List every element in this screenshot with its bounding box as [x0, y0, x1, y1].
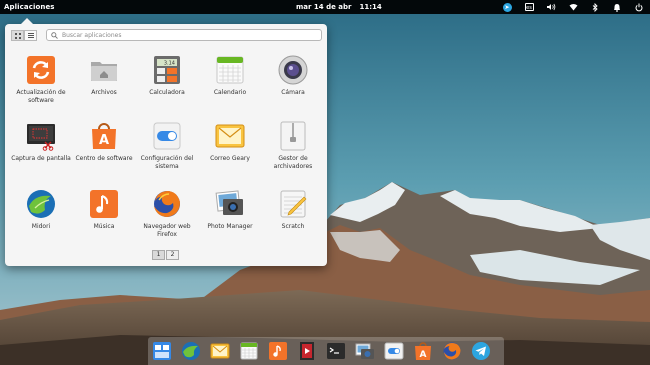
- app-software-center[interactable]: A Centro de software: [74, 120, 134, 182]
- files-icon: [88, 54, 120, 86]
- calendar-icon[interactable]: [239, 341, 259, 361]
- svg-text:A: A: [99, 133, 109, 148]
- app-label: Actualización de software: [16, 89, 66, 104]
- search-input[interactable]: [58, 30, 312, 40]
- app-label: Midori: [31, 223, 51, 230]
- app-camera[interactable]: Cámara: [263, 54, 323, 116]
- time-label: 11:14: [359, 3, 382, 11]
- search-field[interactable]: [46, 29, 322, 41]
- mail-icon[interactable]: [210, 341, 230, 361]
- app-scratch[interactable]: Scratch: [263, 188, 323, 250]
- power-icon[interactable]: [634, 2, 644, 12]
- mail-icon: [214, 120, 246, 152]
- view-switcher: [11, 30, 37, 41]
- app-label: Calculadora: [149, 89, 185, 96]
- app-software-update[interactable]: Actualización de software: [11, 54, 71, 116]
- app-label: Calendario: [213, 89, 247, 96]
- photo-manager-icon: [214, 188, 246, 220]
- scratch-icon: [277, 188, 309, 220]
- firefox-icon: [151, 188, 183, 220]
- calculator-display: 3.14: [164, 61, 175, 67]
- app-photo-manager[interactable]: Photo Manager: [200, 188, 260, 250]
- bluetooth-icon[interactable]: [590, 2, 600, 12]
- app-screenshot[interactable]: Captura de pantalla: [11, 120, 71, 182]
- clock-indicator[interactable]: mar 14 de abr 11:14: [296, 3, 390, 11]
- music-icon: [88, 188, 120, 220]
- notifications-icon[interactable]: [612, 2, 622, 12]
- app-music[interactable]: Música: [74, 188, 134, 250]
- keyboard-icon[interactable]: es: [524, 2, 534, 12]
- app-label: Photo Manager: [207, 223, 253, 230]
- app-archive-manager[interactable]: Gestor de archivadores: [263, 120, 323, 182]
- applications-menu-button[interactable]: Aplicaciones: [4, 3, 55, 11]
- page-1-button[interactable]: 1: [152, 250, 165, 260]
- app-system-settings[interactable]: Configuración del sistema: [137, 120, 197, 182]
- camera-icon: [277, 54, 309, 86]
- screenshot-icon: [25, 120, 57, 152]
- grid-view-icon: [14, 32, 21, 39]
- system-settings-icon[interactable]: [384, 341, 404, 361]
- app-label: Navegador web Firefox: [143, 223, 191, 238]
- software-update-icon: [25, 54, 57, 86]
- app-midori[interactable]: Midori: [11, 188, 71, 250]
- keyboard-layout-label: es: [524, 3, 534, 11]
- terminal-icon[interactable]: [326, 341, 346, 361]
- photo-manager-icon[interactable]: [355, 341, 375, 361]
- music-icon[interactable]: [268, 341, 288, 361]
- app-files[interactable]: Archivos: [74, 54, 134, 116]
- grid-view-button[interactable]: [11, 30, 24, 41]
- app-label: Gestor de archivadores: [273, 155, 313, 170]
- applications-launcher: Actualización de software Archivos 3.14 …: [5, 18, 327, 266]
- dock: A: [148, 337, 504, 365]
- app-mail[interactable]: Correo Geary: [200, 120, 260, 182]
- svg-text:A: A: [420, 350, 427, 360]
- page-2-button[interactable]: 2: [166, 250, 179, 260]
- telegram-icon[interactable]: ➤: [502, 2, 512, 12]
- software-center-icon: A: [88, 120, 120, 152]
- app-calendar[interactable]: Calendario: [200, 54, 260, 116]
- app-label: Centro de software: [75, 155, 133, 162]
- app-calculator[interactable]: 3.14 Calculadora: [137, 54, 197, 116]
- archive-manager-icon: [277, 120, 309, 152]
- multitasking-icon[interactable]: [152, 341, 172, 361]
- app-label: Configuración del sistema: [140, 155, 194, 170]
- system-tray: ➤ es: [502, 2, 644, 12]
- search-icon: [51, 31, 58, 39]
- app-label: Archivos: [91, 89, 117, 96]
- calculator-icon: 3.14: [151, 54, 183, 86]
- app-label: Música: [93, 223, 115, 230]
- category-view-button[interactable]: [24, 30, 37, 41]
- app-label: Correo Geary: [210, 155, 250, 162]
- volume-icon[interactable]: [546, 2, 556, 12]
- app-firefox[interactable]: Navegador web Firefox: [137, 188, 197, 250]
- app-label: Cámara: [281, 89, 305, 96]
- wifi-icon[interactable]: [568, 2, 578, 12]
- page-switcher: 1 2: [152, 250, 180, 260]
- top-panel: Aplicaciones mar 14 de abr 11:14 ➤ es: [0, 0, 650, 14]
- firefox-icon[interactable]: [442, 341, 462, 361]
- midori-icon[interactable]: [181, 341, 201, 361]
- telegram-icon[interactable]: [471, 341, 491, 361]
- midori-icon: [25, 188, 57, 220]
- system-settings-icon: [151, 120, 183, 152]
- category-view-icon: [27, 32, 34, 39]
- video-icon[interactable]: [297, 341, 317, 361]
- calendar-icon: [214, 54, 246, 86]
- software-center-icon[interactable]: A: [413, 341, 433, 361]
- app-label: Captura de pantalla: [11, 155, 71, 162]
- date-label: mar 14 de abr: [296, 3, 352, 11]
- app-label: Scratch: [281, 223, 305, 230]
